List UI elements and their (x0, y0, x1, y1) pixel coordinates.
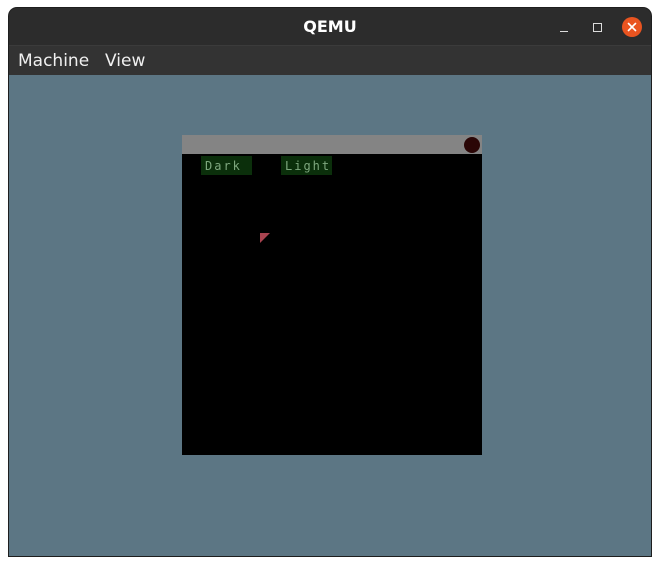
titlebar[interactable]: QEMU (9, 8, 651, 45)
mouse-pointer-icon (260, 233, 270, 243)
close-button[interactable] (622, 17, 642, 37)
guest-titlebar[interactable] (182, 135, 482, 154)
minimize-button[interactable] (554, 17, 574, 37)
menu-view[interactable]: View (105, 46, 145, 75)
maximize-icon (593, 23, 602, 32)
menubar: Machine View (9, 45, 651, 75)
guest-app-window: Dark Light (182, 135, 482, 455)
dark-button[interactable]: Dark (201, 156, 252, 175)
light-button[interactable]: Light (281, 156, 332, 175)
qemu-window: QEMU Machine View Dark Light (9, 8, 651, 556)
minimize-icon (560, 31, 568, 32)
maximize-button[interactable] (588, 17, 608, 37)
close-icon (627, 22, 637, 32)
menu-machine[interactable]: Machine (18, 46, 89, 75)
close-dot-icon[interactable] (464, 137, 480, 153)
guest-display[interactable]: Dark Light (9, 75, 651, 556)
